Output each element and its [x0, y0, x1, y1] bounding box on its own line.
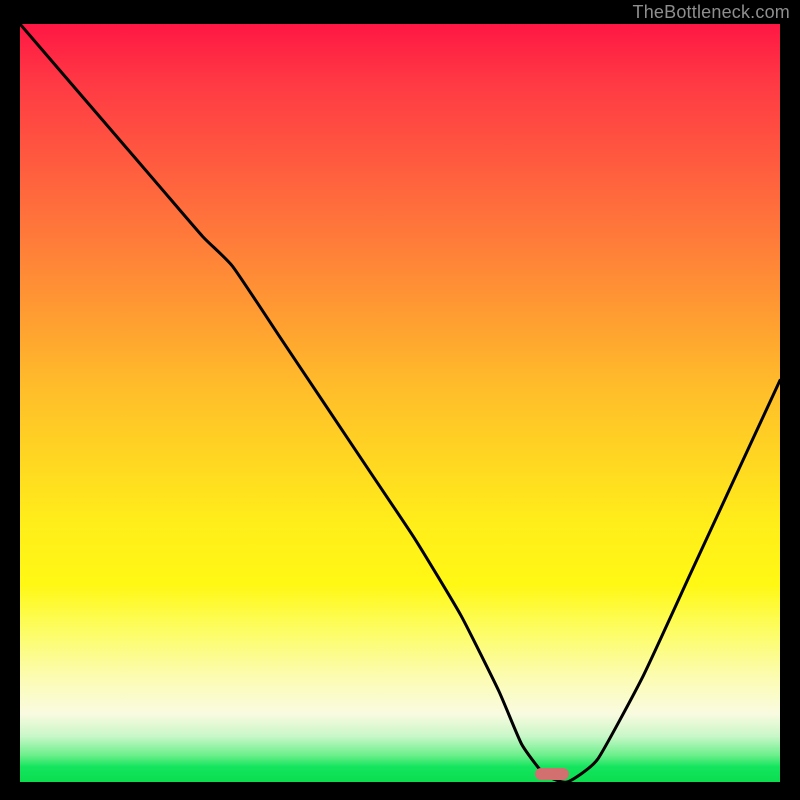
chart-container: TheBottleneck.com: [0, 0, 800, 800]
watermark-text: TheBottleneck.com: [633, 2, 790, 23]
plot-area: [20, 24, 780, 782]
curve-layer: [20, 24, 780, 782]
bottleneck-curve: [20, 24, 780, 782]
optimum-marker: [535, 768, 569, 780]
